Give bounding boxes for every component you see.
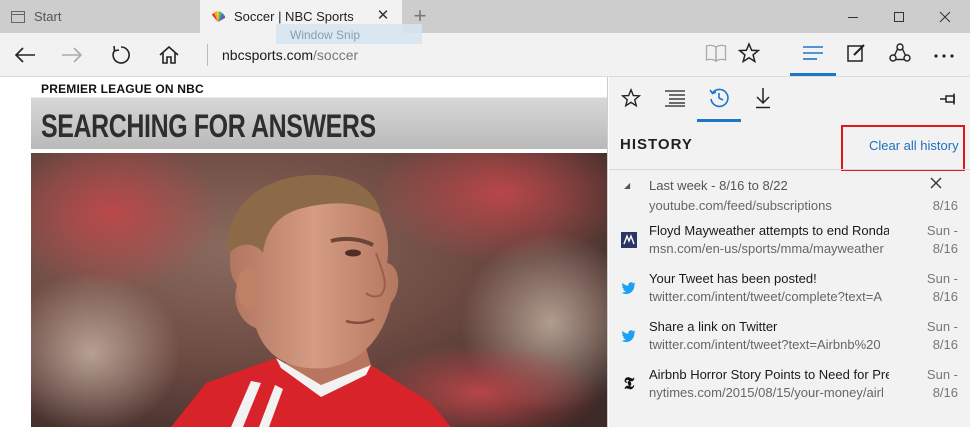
history-item-date: 8/16 xyxy=(932,241,958,256)
star-icon xyxy=(620,87,642,113)
navigation-toolbar: nbcsports.com/soccer xyxy=(0,33,970,77)
history-item[interactable]: Your Tweet has been posted! twitter.com/… xyxy=(609,268,970,316)
twitter-icon xyxy=(621,328,637,344)
address-host: nbcsports.com xyxy=(222,47,314,63)
history-item-day: Sun - xyxy=(926,223,958,238)
youtube-icon xyxy=(621,196,637,200)
web-note-button[interactable] xyxy=(840,39,872,71)
maximize-button[interactable] xyxy=(876,0,922,33)
reading-view-button[interactable] xyxy=(700,39,732,71)
history-clock-icon xyxy=(708,87,730,114)
msn-icon xyxy=(621,232,637,248)
history-item-day: Sun - xyxy=(926,319,958,334)
twitter-icon xyxy=(621,280,637,296)
history-item-date: 8/16 xyxy=(932,289,958,304)
history-item-title: Share a link on Twitter xyxy=(649,319,778,334)
book-icon xyxy=(705,44,727,67)
star-icon xyxy=(737,41,761,69)
history-item-url: youtube.com/feed/subscriptions xyxy=(649,198,832,213)
history-item-date: 8/16 xyxy=(932,385,958,400)
history-item-day: Sun - xyxy=(926,271,958,286)
hub-tab-reading-list[interactable] xyxy=(657,85,693,115)
tab-start[interactable]: Start xyxy=(0,0,200,33)
address-separator xyxy=(207,44,208,66)
hub-divider xyxy=(609,169,970,170)
back-button[interactable] xyxy=(9,39,41,71)
download-arrow-icon xyxy=(754,87,772,114)
tab-title: Soccer | NBC Sports xyxy=(234,9,354,24)
more-button[interactable] xyxy=(928,39,960,71)
pen-note-icon xyxy=(846,43,866,68)
hub-tab-downloads[interactable] xyxy=(745,85,781,115)
history-item[interactable]: Floyd Mayweather attempts to end Ronda m… xyxy=(609,220,970,268)
address-field[interactable]: nbcsports.com/soccer xyxy=(222,47,358,63)
history-item-url: nytimes.com/2015/08/15/your-money/airl xyxy=(649,385,884,400)
share-button[interactable] xyxy=(884,39,916,71)
minimize-button[interactable] xyxy=(830,0,876,33)
section-kicker: PREMIER LEAGUE ON NBC xyxy=(41,82,204,96)
history-item[interactable]: youtube.com/feed/subscriptions 8/16 xyxy=(609,196,970,220)
close-tab-icon[interactable]: ✕ xyxy=(376,8,390,23)
pin-pane-button[interactable] xyxy=(938,90,960,112)
article-photo[interactable] xyxy=(31,153,607,427)
start-page-icon xyxy=(10,9,26,25)
history-item-title: Floyd Mayweather attempts to end Ronda xyxy=(649,223,889,238)
history-item-date: 8/16 xyxy=(932,337,958,352)
hub-title: HISTORY xyxy=(620,136,693,153)
hub-tab-active-indicator xyxy=(697,119,741,122)
hub-active-indicator xyxy=(790,73,836,76)
history-item-url: twitter.com/intent/tweet?text=Airbnb%20 xyxy=(649,337,881,352)
history-item-url: twitter.com/intent/tweet/complete?text=A xyxy=(649,289,883,304)
more-dots-icon xyxy=(933,46,955,64)
collapse-caret-icon: ◢ xyxy=(624,181,631,190)
history-group-header[interactable]: ◢ Last week - 8/16 to 8/22 xyxy=(609,176,970,196)
nbc-peacock-icon xyxy=(210,9,226,25)
window-snip-tooltip: Window Snip xyxy=(276,24,422,44)
hub-panel: HISTORY Clear all history ◢ Last week - … xyxy=(609,77,970,427)
address-path: /soccer xyxy=(313,47,359,63)
home-button[interactable] xyxy=(153,39,185,71)
refresh-button[interactable] xyxy=(105,39,137,71)
tab-title: Start xyxy=(34,9,62,24)
hub-button[interactable] xyxy=(797,39,829,71)
pin-icon xyxy=(939,92,959,111)
history-list: youtube.com/feed/subscriptions 8/16 Floy… xyxy=(609,196,970,427)
article-headline: SEARCHING FOR ANSWERS xyxy=(41,108,376,144)
favorite-button[interactable] xyxy=(733,39,765,71)
webpage-content: PREMIER LEAGUE ON NBC SEARCHING FOR ANSW… xyxy=(0,77,608,427)
history-item[interactable]: Share a link on Twitter twitter.com/inte… xyxy=(609,316,970,364)
remove-group-icon[interactable] xyxy=(929,176,943,192)
hub-tab-favorites[interactable] xyxy=(613,85,649,115)
reading-list-icon xyxy=(664,89,686,112)
clear-all-history-link[interactable]: Clear all history xyxy=(869,138,959,153)
close-window-button[interactable] xyxy=(922,0,968,33)
history-item-title: Your Tweet has been posted! xyxy=(649,271,817,286)
history-item-title: Airbnb Horror Story Points to Need for P… xyxy=(649,367,889,382)
history-item-url: msn.com/en-us/sports/mma/mayweather xyxy=(649,241,884,256)
hub-lines-icon xyxy=(802,45,824,66)
headline-bar: SEARCHING FOR ANSWERS xyxy=(31,97,607,149)
history-item-day: Sun - xyxy=(926,367,958,382)
hub-tab-history[interactable] xyxy=(701,85,737,115)
history-item[interactable]: 𝕿 Airbnb Horror Story Points to Need for… xyxy=(609,364,970,412)
history-item-date: 8/16 xyxy=(932,198,958,213)
forward-button[interactable] xyxy=(56,39,88,71)
tab-strip: Start Soccer | NBC Sports ✕ + xyxy=(0,0,970,33)
share-icon xyxy=(889,42,911,69)
history-group-label: Last week - 8/16 to 8/22 xyxy=(649,178,788,193)
nytimes-icon: 𝕿 xyxy=(623,374,635,393)
hub-tabs xyxy=(609,77,970,123)
